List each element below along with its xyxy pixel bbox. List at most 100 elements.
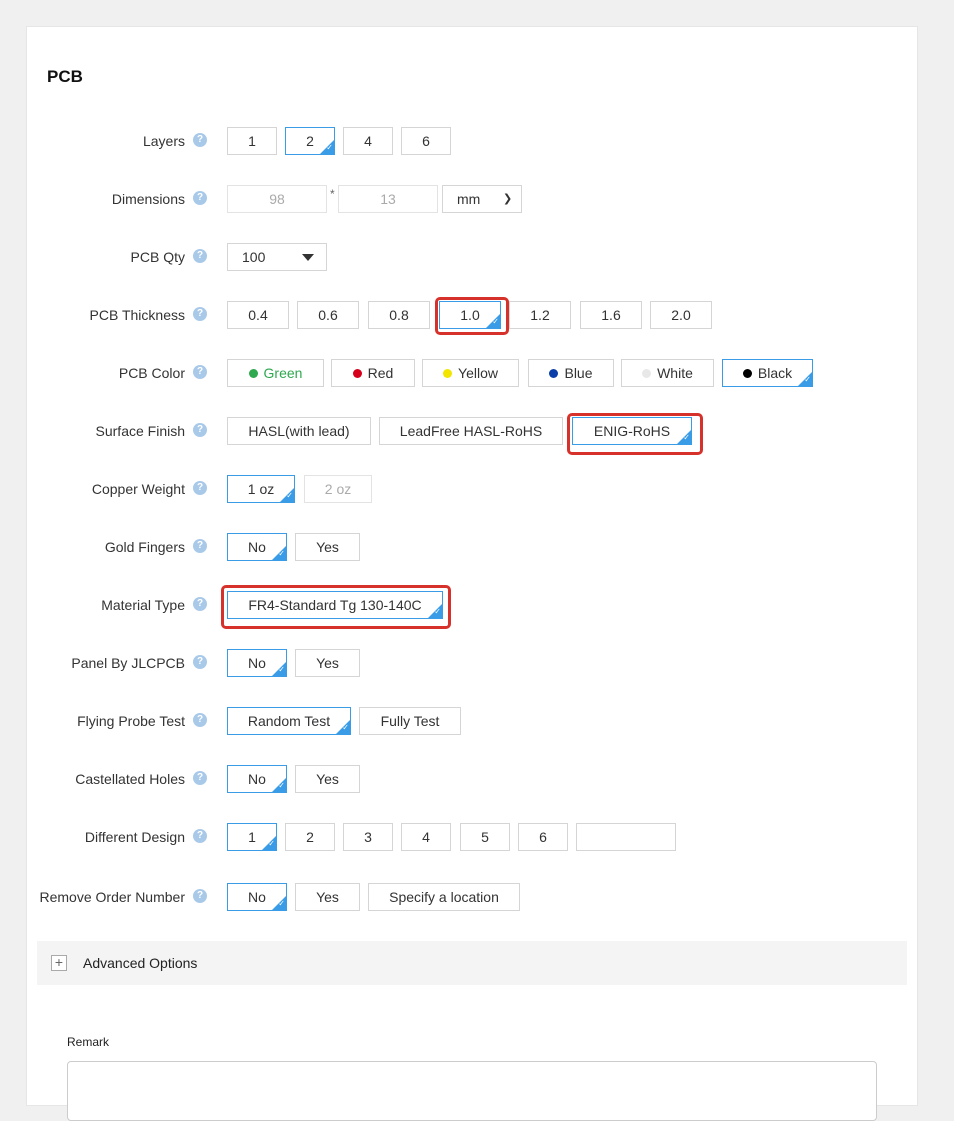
thickness-label: PCB Thickness (89, 307, 185, 323)
color-option-red[interactable]: Red (331, 359, 415, 387)
castellated-row: Castellated Holes ? No Yes (27, 765, 919, 795)
panel-option-yes[interactable]: Yes (295, 649, 360, 677)
material-type-label: Material Type (101, 597, 185, 613)
dimensions-label: Dimensions (111, 191, 185, 207)
color-option-label: Red (367, 365, 394, 381)
color-option-label: Blue (564, 365, 593, 381)
castellated-label: Castellated Holes (75, 771, 185, 787)
color-option-yellow[interactable]: Yellow (422, 359, 519, 387)
green-swatch-icon (248, 369, 258, 378)
color-option-black[interactable]: Black (722, 359, 813, 387)
pcb-qty-row: PCB Qty ? 100 (27, 243, 919, 273)
thickness-option-1-0[interactable]: 1.0 (439, 301, 501, 329)
remark-textarea[interactable] (67, 1061, 877, 1121)
surface-finish-label: Surface Finish (95, 423, 185, 439)
thickness-option-0-6[interactable]: 0.6 (297, 301, 359, 329)
remove-order-option-no[interactable]: No (227, 883, 287, 911)
help-icon[interactable]: ? (193, 191, 207, 205)
copper-weight-row: Copper Weight ? 1 oz 2 oz (27, 475, 919, 505)
castellated-option-no[interactable]: No (227, 765, 287, 793)
caret-down-icon (302, 254, 314, 261)
design-custom-input[interactable] (576, 823, 676, 851)
section-title: PCB (47, 67, 83, 86)
help-icon[interactable]: ? (193, 307, 207, 321)
layers-option-6[interactable]: 6 (401, 127, 451, 155)
help-icon[interactable]: ? (193, 771, 207, 785)
gold-fingers-option-yes[interactable]: Yes (295, 533, 360, 561)
flying-probe-option-fully[interactable]: Fully Test (359, 707, 461, 735)
color-option-label: Yellow (458, 365, 498, 381)
gold-fingers-row: Gold Fingers ? No Yes (27, 533, 919, 563)
pcb-config-card: PCB Layers ? 1 2 4 6 Dimensions ? 98 * 1… (26, 26, 919, 1121)
width-input[interactable]: 98 (227, 185, 327, 213)
unit-select[interactable]: mm ❯ (442, 185, 522, 213)
surface-option-hasl[interactable]: HASL(with lead) (227, 417, 371, 445)
help-icon[interactable]: ? (193, 423, 207, 437)
gold-fingers-option-no[interactable]: No (227, 533, 287, 561)
thickness-option-1-6[interactable]: 1.6 (580, 301, 642, 329)
help-icon[interactable]: ? (193, 481, 207, 495)
different-design-label: Different Design (84, 829, 185, 845)
color-option-blue[interactable]: Blue (528, 359, 614, 387)
design-option-6[interactable]: 6 (518, 823, 568, 851)
remove-order-option-specify[interactable]: Specify a location (368, 883, 520, 911)
chevron-down-icon: ❯ (503, 193, 513, 205)
layers-option-4[interactable]: 4 (343, 127, 393, 155)
layers-option-1[interactable]: 1 (227, 127, 277, 155)
surface-option-enig[interactable]: ENIG-RoHS (572, 417, 692, 445)
color-row: PCB Color ? Green Red Yellow Blue White … (27, 359, 919, 389)
advanced-options-label: Advanced Options (83, 955, 198, 971)
color-label: PCB Color (118, 365, 185, 381)
remove-order-option-yes[interactable]: Yes (295, 883, 360, 911)
color-option-label: White (657, 365, 693, 381)
help-icon[interactable]: ? (193, 133, 207, 147)
thickness-option-0-4[interactable]: 0.4 (227, 301, 289, 329)
help-icon[interactable]: ? (193, 597, 207, 611)
thickness-row: PCB Thickness ? 0.4 0.6 0.8 1.0 1.2 1.6 … (27, 297, 919, 335)
layers-option-2[interactable]: 2 (285, 127, 335, 155)
design-option-4[interactable]: 4 (401, 823, 451, 851)
remove-order-label: Remove Order Number (39, 889, 186, 905)
unit-value: mm (457, 191, 481, 207)
copper-option-2oz[interactable]: 2 oz (304, 475, 372, 503)
pcb-qty-select[interactable]: 100 (227, 243, 327, 271)
help-icon[interactable]: ? (193, 249, 207, 263)
thickness-option-0-8[interactable]: 0.8 (368, 301, 430, 329)
design-option-2[interactable]: 2 (285, 823, 335, 851)
yellow-swatch-icon (443, 369, 453, 378)
help-icon[interactable]: ? (193, 713, 207, 727)
height-input[interactable]: 13 (338, 185, 438, 213)
thickness-option-2-0[interactable]: 2.0 (650, 301, 712, 329)
surface-option-leadfree[interactable]: LeadFree HASL-RoHS (379, 417, 563, 445)
help-icon[interactable]: ? (193, 889, 207, 903)
help-icon[interactable]: ? (193, 365, 207, 379)
advanced-options-bar[interactable]: + Advanced Options (37, 941, 907, 985)
layers-label: Layers (142, 133, 185, 149)
panel-label: Panel By JLCPCB (71, 655, 185, 671)
remove-order-row: Remove Order Number ? No Yes Specify a l… (27, 883, 919, 913)
help-icon[interactable]: ? (193, 655, 207, 669)
expand-plus-icon[interactable]: + (51, 955, 67, 971)
design-option-5[interactable]: 5 (460, 823, 510, 851)
design-option-3[interactable]: 3 (343, 823, 393, 851)
material-type-row: Material Type ? FR4-Standard Tg 130-140C (27, 585, 919, 629)
material-option-fr4[interactable]: FR4-Standard Tg 130-140C (227, 591, 443, 619)
surface-finish-row: Surface Finish ? HASL(with lead) LeadFre… (27, 413, 919, 455)
flying-probe-option-random[interactable]: Random Test (227, 707, 351, 735)
color-option-white[interactable]: White (621, 359, 714, 387)
black-swatch-icon (742, 369, 752, 378)
design-option-1[interactable]: 1 (227, 823, 277, 851)
copper-option-1oz[interactable]: 1 oz (227, 475, 295, 503)
pcb-qty-label: PCB Qty (130, 249, 185, 265)
panel-option-no[interactable]: No (227, 649, 287, 677)
panel-row: Panel By JLCPCB ? No Yes (27, 649, 919, 679)
color-option-green[interactable]: Green (227, 359, 324, 387)
different-design-row: Different Design ? 1 2 3 4 5 6 (27, 823, 919, 853)
thickness-option-1-2[interactable]: 1.2 (509, 301, 571, 329)
help-icon[interactable]: ? (193, 829, 207, 843)
castellated-option-yes[interactable]: Yes (295, 765, 360, 793)
flying-probe-row: Flying Probe Test ? Random Test Fully Te… (27, 707, 919, 737)
copper-weight-label: Copper Weight (91, 481, 185, 497)
help-icon[interactable]: ? (193, 539, 207, 553)
gold-fingers-label: Gold Fingers (104, 539, 185, 555)
